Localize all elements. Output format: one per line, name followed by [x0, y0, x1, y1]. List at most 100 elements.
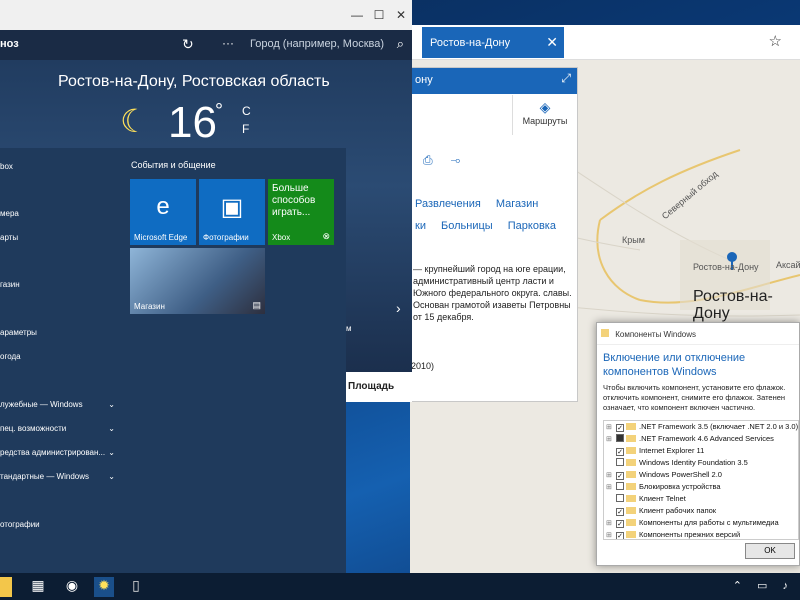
map-label-rostov-small: Ростов-на-Дону: [693, 262, 759, 272]
map-label-krym: Крым: [622, 235, 645, 245]
feature-item[interactable]: ⊞ Блокировка устройства: [604, 481, 798, 493]
temperature: 16: [168, 98, 217, 147]
app-list-item[interactable]: отографии: [0, 520, 125, 529]
folder-icon: [626, 447, 636, 454]
refresh-icon[interactable]: ↻: [182, 36, 194, 53]
link-hospitals[interactable]: Больницы: [441, 220, 493, 232]
directions-icon: ◈: [539, 99, 551, 115]
app-folder-item[interactable]: редства администрирован... ⌄: [0, 448, 125, 457]
app-list-item[interactable]: арты: [0, 233, 125, 242]
map-city-label: Ростов-на-Дону: [693, 288, 773, 322]
unit-fahrenheit[interactable]: F: [242, 120, 251, 138]
chevron-down-icon: ⌄: [108, 400, 115, 409]
link-parking[interactable]: Парковка: [508, 220, 556, 232]
webcam-icon[interactable]: ◉: [62, 577, 82, 597]
checkbox[interactable]: ✓: [616, 520, 624, 528]
app-label: пец. возможности: [0, 424, 67, 433]
window-controls: — ☐ ✕: [346, 0, 412, 30]
checkbox[interactable]: [616, 482, 624, 490]
collapse-icon[interactable]: ⤢: [561, 71, 571, 86]
checkbox[interactable]: ✓: [616, 448, 624, 456]
feature-item[interactable]: ✓ Клиент рабочих папок: [604, 505, 798, 517]
tile-label: Xbox: [272, 233, 291, 242]
app-folder-item[interactable]: лужебные — Windows ⌄: [0, 400, 125, 409]
folder-icon: [626, 531, 636, 538]
app-list-item[interactable]: огода: [0, 352, 125, 361]
partly-cloudy-night-icon: ☾: [120, 103, 149, 139]
checkbox[interactable]: [616, 434, 624, 442]
ok-button[interactable]: OK: [745, 543, 795, 559]
file-explorer-icon[interactable]: [0, 577, 12, 597]
map-label-aksay: Аксай: [776, 260, 800, 270]
print-icon[interactable]: ⎙: [423, 153, 451, 167]
more-icon[interactable]: ···: [222, 36, 234, 50]
app-folder-item[interactable]: пец. возможности ⌄: [0, 424, 125, 433]
link-frag[interactable]: ки: [415, 220, 426, 232]
close-icon[interactable]: ✕: [390, 0, 412, 30]
folder-icon: [626, 459, 636, 466]
checkbox[interactable]: ✓: [616, 424, 624, 432]
search-icon[interactable]: ⌕: [397, 36, 404, 52]
feature-item[interactable]: ⊞ ✓ Компоненты прежних версий: [604, 529, 798, 539]
maps-panel-header: ону ⤢: [411, 68, 577, 94]
maps-tab[interactable]: Ростов-на-Дону ✕: [422, 27, 564, 58]
feature-item[interactable]: ⊞ .NET Framework 4.6 Advanced Services: [604, 433, 798, 445]
checkbox[interactable]: ✓: [616, 508, 624, 516]
feature-item[interactable]: ⊞ ✓ .NET Framework 3.5 (включает .NET 2.0 …: [604, 421, 798, 433]
checkbox[interactable]: [616, 494, 624, 502]
chevron-right-icon[interactable]: ›: [396, 300, 401, 316]
checkbox[interactable]: [616, 458, 624, 466]
expand-icon[interactable]: ⊞: [606, 530, 614, 539]
minimize-icon[interactable]: —: [346, 0, 368, 30]
routes-button[interactable]: ◈ Маршруты: [512, 95, 577, 135]
favorite-star-icon[interactable]: ☆: [769, 32, 782, 50]
weather-titlebar: — ☐ ✕: [0, 0, 412, 30]
unit-celsius[interactable]: C: [242, 102, 251, 120]
maximize-icon[interactable]: ☐: [368, 0, 390, 30]
feature-item[interactable]: Windows Identity Foundation 3.5: [604, 457, 798, 469]
city-search-input[interactable]: Город (например, Москва) ⌕: [246, 33, 408, 57]
maps-info-panel: ону ⤢ ◈ Маршруты ⎙⊸ Развлечения Магазин …: [410, 67, 578, 402]
app-name: ноз: [0, 38, 19, 50]
app-list-item[interactable]: араметры: [0, 328, 125, 337]
tile-photos[interactable]: ▣ Фотографии: [199, 179, 265, 245]
checkbox[interactable]: ✓: [616, 472, 624, 480]
weather-icon[interactable]: ✹: [94, 577, 114, 597]
link-entertainment[interactable]: Развлечения: [415, 198, 481, 210]
app-folder-item[interactable]: тандартные — Windows ⌄: [0, 472, 125, 481]
city-description: — крупнейший город на юге ерации, админи…: [413, 264, 572, 322]
feature-item[interactable]: ⊞ ✓ Windows PowerShell 2.0: [604, 469, 798, 481]
store-icon[interactable]: ▦: [28, 577, 48, 597]
feature-item[interactable]: Клиент Telnet: [604, 493, 798, 505]
folder-icon: [626, 423, 636, 430]
area-label: Площадь: [348, 381, 395, 392]
app-list-item[interactable]: газин: [0, 280, 125, 289]
edge-icon: e: [156, 193, 170, 220]
tile-xbox[interactable]: Больше способов играть... Xbox ⊗: [268, 179, 334, 245]
folder-icon: [626, 519, 636, 526]
checkbox[interactable]: ✓: [616, 532, 624, 539]
feature-label: .NET Framework 3.5 (включает .NET 2.0 и …: [639, 422, 799, 431]
xbox-promo-text: Больше способов играть...: [272, 183, 316, 218]
chevron-down-icon: ⌄: [108, 448, 115, 457]
population-fragment: 2010): [411, 361, 435, 371]
feature-item[interactable]: ✓ Internet Explorer 11: [604, 445, 798, 457]
app-list-item[interactable]: мера: [0, 209, 125, 218]
feature-label: Windows PowerShell 2.0: [639, 470, 722, 479]
degree-symbol: °: [215, 100, 223, 122]
tile-store[interactable]: Магазин ▤: [130, 248, 265, 314]
link-shop[interactable]: Магазин: [496, 198, 538, 210]
close-icon[interactable]: ✕: [546, 34, 558, 51]
area-panel: Площадь: [342, 372, 412, 402]
xbox-logo-icon: ⊗: [322, 231, 330, 241]
tile-edge[interactable]: e Microsoft Edge: [130, 179, 196, 245]
pin-icon[interactable]: ⊸: [451, 153, 479, 167]
folder-icon: [626, 495, 636, 502]
notepad-icon[interactable]: ▯: [126, 577, 146, 597]
system-tray[interactable]: ⌃ ▭ ♪: [733, 579, 794, 592]
feature-label: Клиент Telnet: [639, 494, 686, 503]
app-list-item[interactable]: box: [0, 162, 125, 171]
taskbar: ▦ ◉ ✹ ▯ ⌃ ▭ ♪: [0, 573, 800, 600]
features-tree[interactable]: ⊞ ✓ .NET Framework 3.5 (включает .NET 2.0 …: [603, 420, 799, 540]
feature-item[interactable]: ⊞ ✓ Компоненты для работы с мультимедиа: [604, 517, 798, 529]
